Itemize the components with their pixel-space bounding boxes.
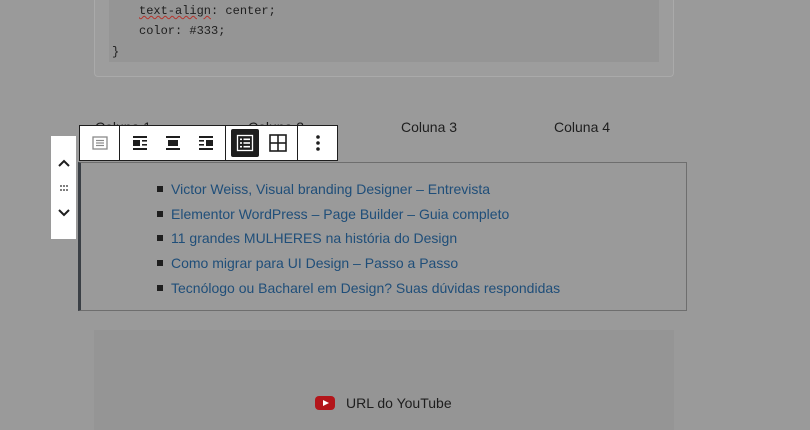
drag-handle[interactable] [51, 180, 76, 196]
post-link[interactable]: Como migrar para UI Design – Passo a Pas… [171, 255, 458, 271]
post-link[interactable]: Victor Weiss, Visual branding Designer –… [171, 181, 490, 197]
youtube-icon [315, 396, 335, 410]
post-link[interactable]: 11 grandes MULHERES na história do Desig… [171, 230, 457, 246]
list-icon [236, 134, 254, 152]
list-view-button[interactable] [231, 129, 259, 157]
list-item: 11 grandes MULHERES na história do Desig… [157, 226, 560, 251]
bullet-icon [157, 260, 163, 267]
align-left-button[interactable] [123, 126, 156, 160]
block-type-button[interactable] [83, 126, 116, 160]
youtube-embed-block[interactable]: URL do YouTube [94, 330, 674, 430]
bullet-icon [157, 235, 163, 242]
align-center-button[interactable] [156, 126, 189, 160]
column-heading-3: Coluna 3 [401, 119, 458, 135]
align-right-button[interactable] [189, 126, 222, 160]
move-up-button[interactable] [51, 152, 76, 174]
move-down-button[interactable] [51, 202, 76, 224]
toolbar-group-block-type [80, 126, 120, 160]
code-editor[interactable]: text-align: center; color: #333; } [109, 0, 659, 62]
code-property: text-align [139, 4, 212, 18]
code-line-1: text-align: center; [139, 4, 276, 18]
block-toolbar [79, 125, 338, 161]
list-item: Elementor WordPress – Page Builder – Gui… [157, 202, 560, 227]
youtube-embed-label: URL do YouTube [315, 395, 452, 411]
block-mover [51, 136, 76, 239]
toolbar-group-more [298, 126, 337, 160]
list-item: Como migrar para UI Design – Passo a Pas… [157, 251, 560, 276]
embed-label: URL do YouTube [346, 395, 452, 411]
chevron-up-icon [57, 159, 70, 167]
list-item: Victor Weiss, Visual branding Designer –… [157, 177, 560, 202]
bullet-icon [157, 210, 163, 217]
list-view-icon [91, 136, 108, 150]
list-item: Tecnólogo ou Bacharel em Design? Suas dú… [157, 275, 560, 300]
grid-icon [268, 134, 287, 152]
column-heading-4: Coluna 4 [554, 119, 611, 135]
posts-list: Victor Weiss, Visual branding Designer –… [157, 177, 560, 300]
align-left-icon [132, 136, 147, 150]
toolbar-group-alignment [120, 126, 226, 160]
drag-handle-icon [59, 185, 68, 191]
bullet-icon [157, 186, 163, 193]
post-link[interactable]: Tecnólogo ou Bacharel em Design? Suas dú… [171, 280, 560, 296]
code-block: text-align: center; color: #333; } [94, 0, 674, 77]
toolbar-group-view [226, 126, 298, 160]
chevron-down-icon [57, 209, 70, 217]
code-line-3: } [112, 45, 120, 59]
bullet-icon [157, 284, 163, 291]
grid-view-button[interactable] [261, 126, 294, 160]
align-center-icon [165, 136, 180, 150]
latest-posts-block[interactable]: Victor Weiss, Visual branding Designer –… [78, 162, 687, 311]
more-options-icon [315, 135, 320, 151]
code-line-2: color: #333; [139, 24, 226, 38]
align-right-icon [198, 136, 213, 150]
post-link[interactable]: Elementor WordPress – Page Builder – Gui… [171, 206, 509, 222]
more-options-button[interactable] [301, 126, 334, 160]
code-value: : center; [211, 4, 276, 18]
